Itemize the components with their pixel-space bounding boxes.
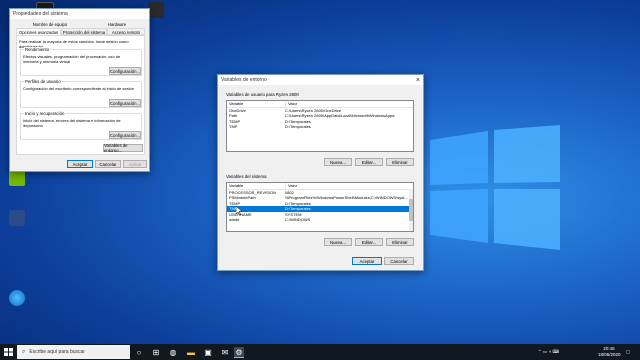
mail-icon[interactable]: ✉ bbox=[220, 347, 230, 357]
nvidia-icon bbox=[9, 170, 25, 186]
desktop-icon-edge[interactable] bbox=[4, 290, 30, 308]
user-new-button[interactable]: Nueva... bbox=[324, 158, 352, 166]
environment-variables-window: Variables de entorno × Variables de usua… bbox=[217, 74, 424, 271]
advanced-tab-panel: Para realizar la mayoría de estos cambio… bbox=[16, 35, 145, 155]
start-button[interactable] bbox=[4, 348, 13, 356]
user-profiles-label: Perfiles de usuario bbox=[24, 79, 62, 84]
user-delete-button[interactable]: Eliminar bbox=[386, 158, 414, 166]
chip-icon bbox=[9, 210, 25, 226]
user-list-header: Variable Valor bbox=[227, 101, 413, 108]
tab-hardware[interactable]: Hardware bbox=[88, 21, 146, 28]
env-ok-button[interactable]: Aceptar bbox=[352, 257, 382, 265]
sysprops-cancel-button[interactable]: Cancelar bbox=[95, 160, 121, 168]
system-properties-titlebar: Propiedades del sistema bbox=[10, 9, 149, 19]
store-icon[interactable]: ▣ bbox=[203, 347, 213, 357]
user-profiles-group: Perfiles de usuario Configuración del es… bbox=[20, 79, 142, 108]
system-variables-list[interactable]: Variable Valor PROCESSOR_REVISION 0802 PS… bbox=[226, 182, 414, 232]
user-variables-label: Variables de usuario para Ryzen 2600 bbox=[226, 92, 299, 97]
system-properties-title: Propiedades del sistema bbox=[13, 11, 68, 17]
user-profiles-settings-button[interactable]: Configuración... bbox=[109, 99, 141, 107]
performance-group: Rendimiento Efectos visuales, programaci… bbox=[20, 47, 142, 76]
tab-remote-access[interactable]: Acceso remoto bbox=[107, 28, 145, 35]
desktop-icon-chip[interactable] bbox=[4, 210, 30, 228]
startup-recovery-group: Inicio y recuperación Inicio del sistema… bbox=[20, 111, 142, 140]
tray-icons: ⌃ ▭ ◖ ⌨ bbox=[538, 349, 559, 354]
clock[interactable]: 20:45 18/06/2020 bbox=[598, 346, 621, 357]
windows-logo-wallpaper bbox=[430, 125, 560, 250]
column-value-header[interactable]: Valor bbox=[286, 101, 413, 107]
column-variable-header[interactable]: Variable bbox=[227, 183, 286, 189]
tab-computer-name[interactable]: Nombre de equipo bbox=[21, 21, 79, 28]
user-variables-list[interactable]: Variable Valor OneDrive C:\Users\Ryzen 26… bbox=[226, 100, 414, 152]
user-profiles-description: Configuración del escritorio correspondi… bbox=[23, 86, 134, 91]
edge-icon bbox=[9, 290, 25, 306]
env-titlebar: Variables de entorno × bbox=[218, 75, 423, 85]
close-icon[interactable]: × bbox=[416, 77, 420, 84]
sysprops-ok-button[interactable]: Aceptar bbox=[67, 160, 93, 168]
env-cancel-button[interactable]: Cancelar bbox=[384, 257, 414, 265]
clock-date: 18/06/2020 bbox=[598, 351, 621, 357]
scrollbar-thumb[interactable] bbox=[409, 199, 413, 221]
performance-settings-button[interactable]: Configuración... bbox=[109, 67, 141, 75]
startup-recovery-label: Inicio y recuperación bbox=[24, 111, 66, 116]
mouse-cursor-icon bbox=[236, 206, 242, 215]
table-row[interactable]: windir C:\WINDOWS bbox=[227, 217, 413, 222]
system-delete-button[interactable]: Eliminar bbox=[386, 238, 414, 246]
tab-advanced-options[interactable]: Opciones avanzadas bbox=[16, 28, 61, 35]
column-variable-header[interactable]: Variable bbox=[227, 101, 286, 107]
search-icon: ⌕ bbox=[22, 348, 26, 355]
system-list-header: Variable Valor bbox=[227, 183, 413, 190]
column-value-header[interactable]: Valor bbox=[286, 183, 413, 189]
desktop-icon-nvidia[interactable] bbox=[4, 170, 30, 188]
system-new-button[interactable]: Nueva... bbox=[324, 238, 352, 246]
search-placeholder: Escribe aquí para buscar bbox=[29, 349, 85, 355]
edge-taskbar-icon[interactable]: ◍ bbox=[168, 347, 178, 357]
task-manager-icon[interactable]: ⊞ bbox=[151, 347, 161, 357]
system-list-scrollbar[interactable] bbox=[409, 189, 413, 231]
user-edit-button[interactable]: Editar... bbox=[355, 158, 383, 166]
windows-start-icon bbox=[4, 348, 13, 356]
system-properties-taskbar-icon[interactable]: ⚙ bbox=[234, 347, 244, 358]
file-explorer-icon[interactable]: ▬ bbox=[186, 347, 196, 357]
system-edit-button[interactable]: Editar... bbox=[355, 238, 383, 246]
environment-variables-button[interactable]: Variables de entorno... bbox=[103, 143, 143, 153]
sysprops-apply-button[interactable]: Aplicar bbox=[123, 160, 147, 168]
taskbar: ⌕ Escribe aquí para buscar ○ ⊞ ◍ ▬ ▣ ✉ ⚙… bbox=[0, 344, 640, 360]
performance-label: Rendimiento bbox=[24, 47, 51, 52]
system-properties-window: Propiedades del sistema Nombre de equipo… bbox=[9, 8, 150, 172]
taskbar-search-box[interactable]: ⌕ Escribe aquí para buscar bbox=[17, 345, 130, 359]
performance-description: Efectos visuales, programación del proce… bbox=[23, 54, 121, 64]
desktop: { "desktop_icons": [ {"label": "", "colo… bbox=[0, 0, 640, 360]
app-icon bbox=[148, 2, 164, 18]
task-view-icon[interactable]: ○ bbox=[134, 347, 144, 357]
system-variables-label: Variables del sistema bbox=[226, 174, 267, 179]
env-title: Variables de entorno bbox=[221, 77, 267, 83]
notifications-icon[interactable]: ▢ bbox=[626, 349, 630, 355]
startup-recovery-description: Inicio del sistema, errores del sistema … bbox=[23, 118, 121, 128]
table-row[interactable]: TMP D:\Temporales bbox=[227, 124, 413, 129]
tab-system-protection[interactable]: Protección del sistema bbox=[61, 28, 107, 35]
startup-recovery-settings-button[interactable]: Configuración... bbox=[109, 131, 141, 139]
